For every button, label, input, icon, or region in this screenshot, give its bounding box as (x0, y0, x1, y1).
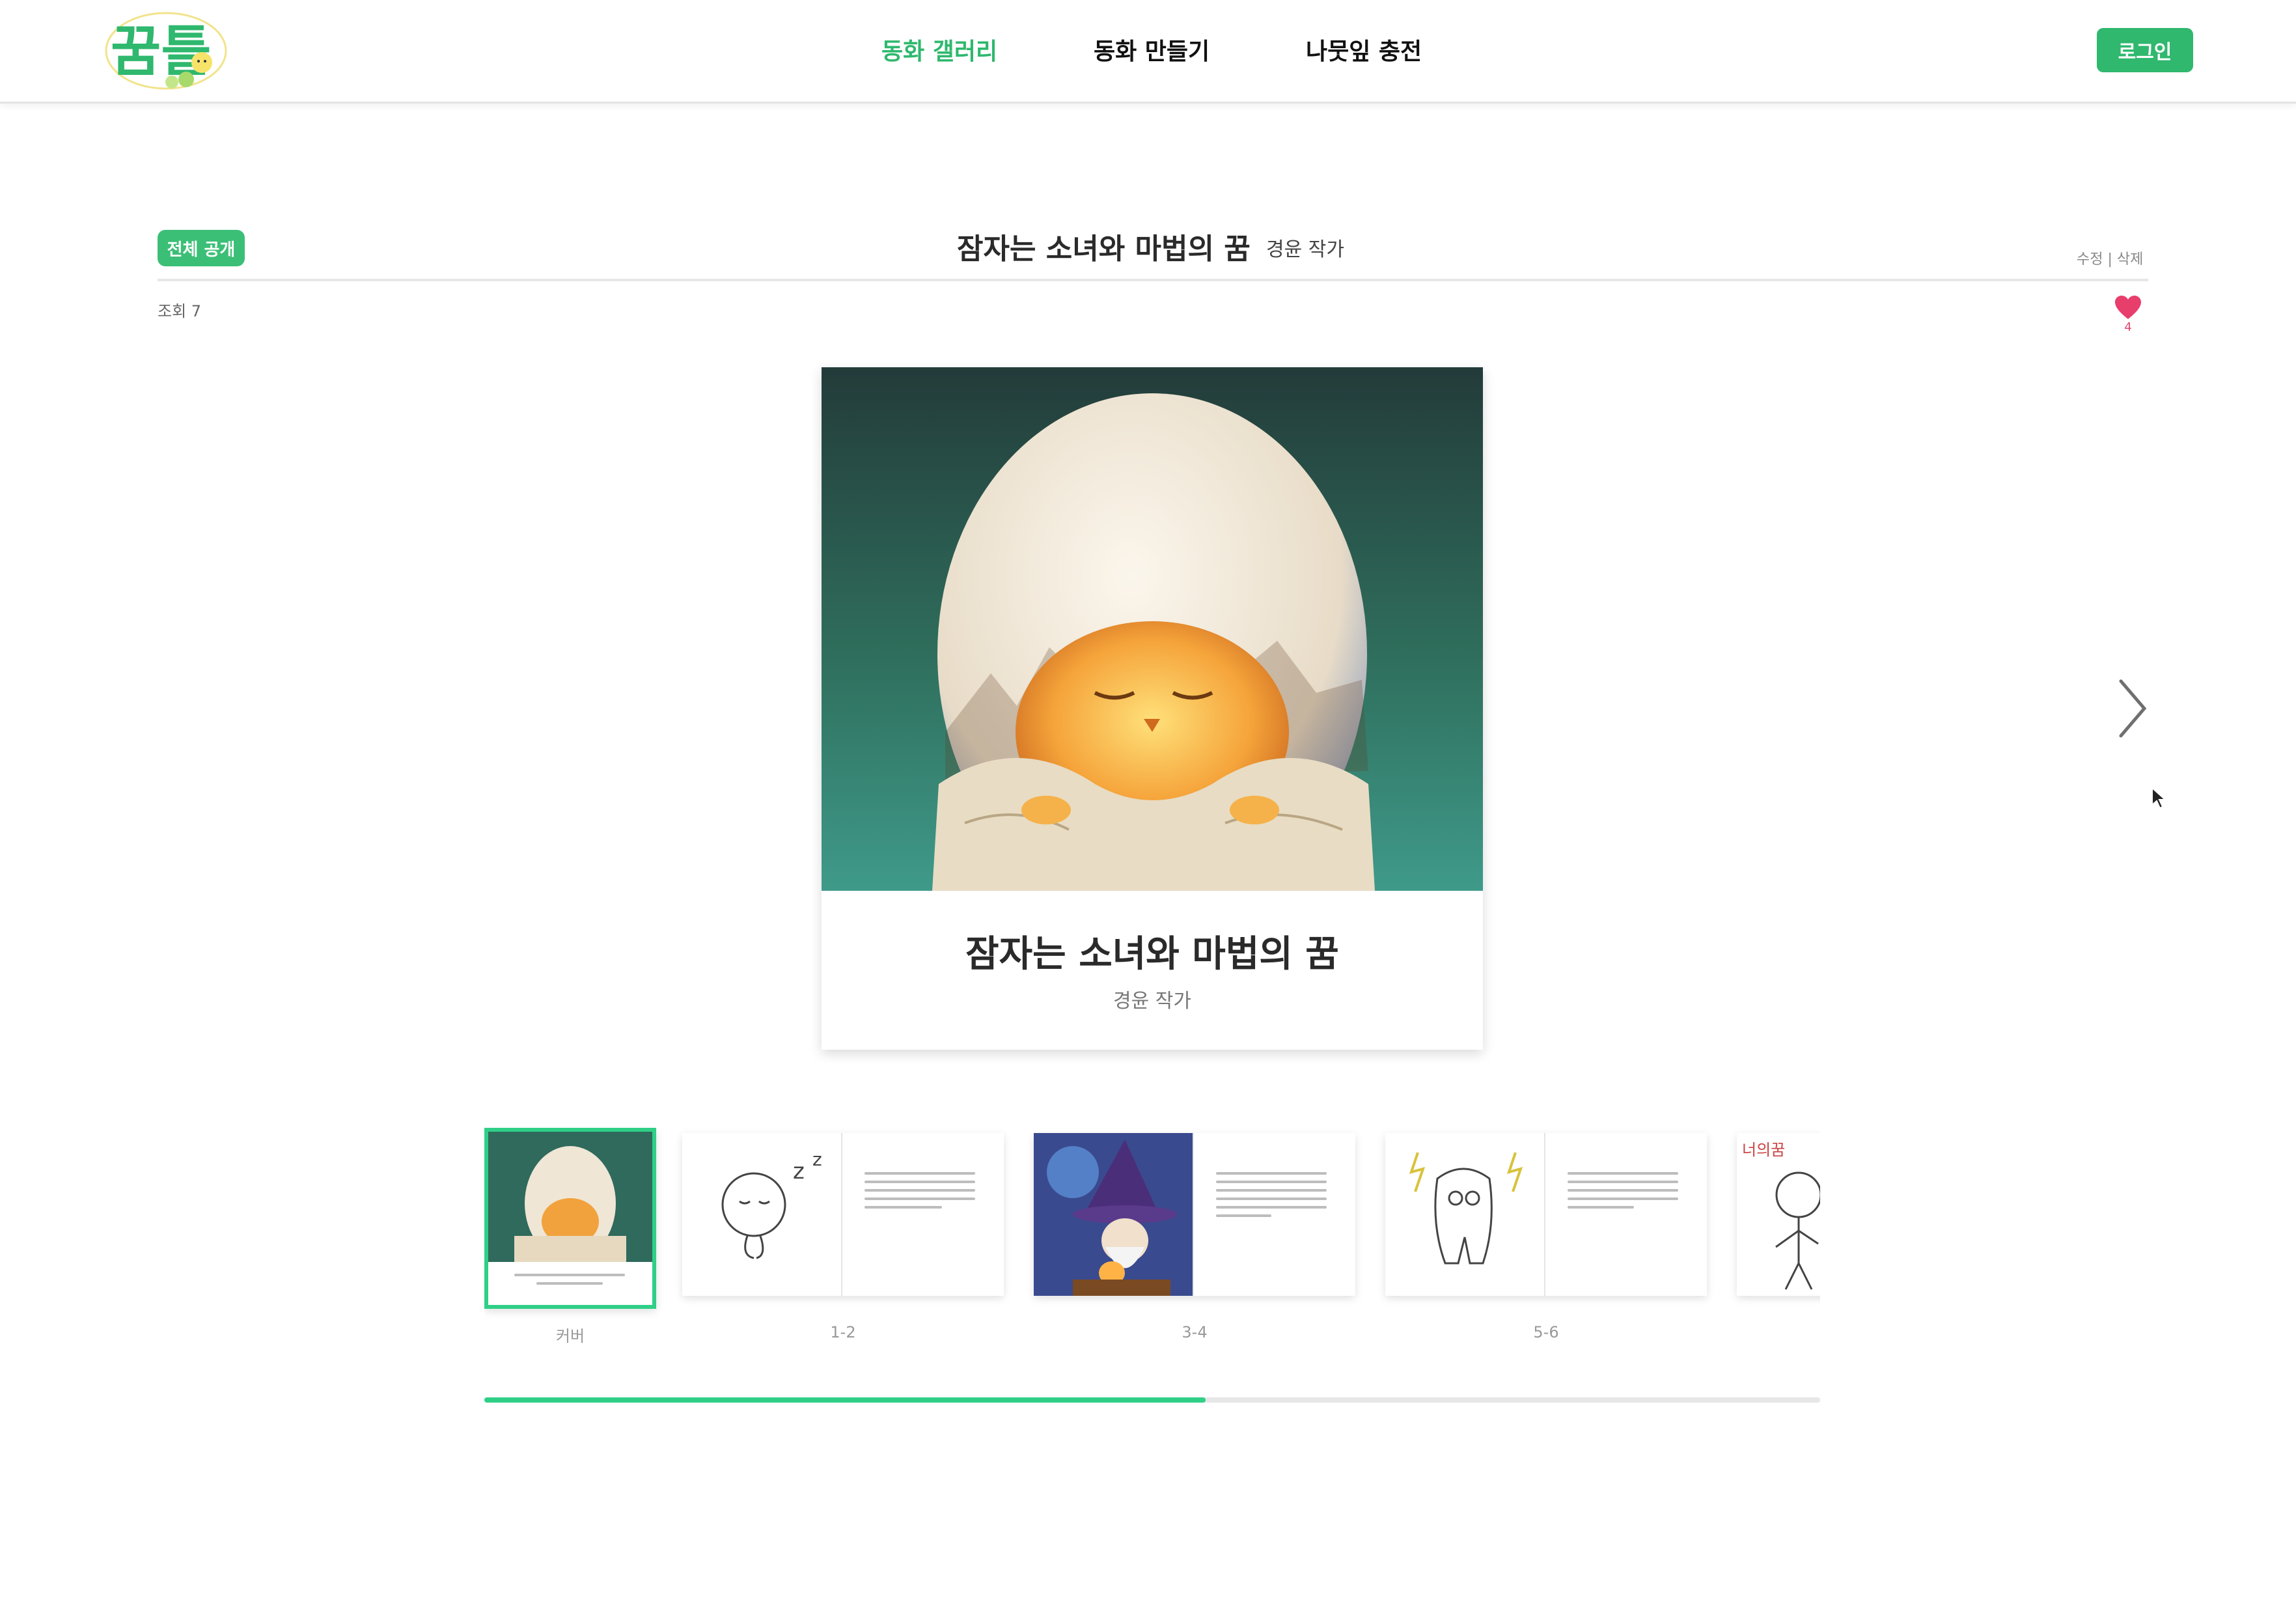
cover-illustration (822, 367, 1483, 891)
view-count: 조회 7 (158, 302, 202, 320)
thumbnail-label-3-4: 3-4 (1182, 1323, 1208, 1341)
sleeping-sketch-image: z z (721, 1149, 822, 1259)
login-button[interactable]: 로그인 (2097, 28, 2193, 72)
nav-create-story[interactable]: 동화 만들기 (1094, 33, 1210, 66)
app-logo[interactable]: 꿈틀 (104, 10, 228, 91)
wizard-image (1034, 1133, 1193, 1296)
heart-icon (2115, 296, 2141, 319)
svg-text:z: z (793, 1158, 805, 1184)
character-sketch-image: 너의꿈 (1742, 1141, 1820, 1290)
thumbnail-label-1-2: 1-2 (830, 1323, 856, 1341)
nav-gallery[interactable]: 동화 갤러리 (881, 33, 997, 66)
cover-thumbnail-image (488, 1132, 652, 1262)
svg-text:꿈틀: 꿈틀 (111, 20, 212, 83)
visibility-badge: 전체 공개 (158, 230, 245, 266)
svg-text:너의꿈: 너의꿈 (1742, 1141, 1785, 1159)
book-title: 잠자는 소녀와 마법의 꿈 (957, 232, 1251, 266)
nav-leaf-charge[interactable]: 나뭇잎 충전 (1306, 33, 1422, 66)
page-thumbnail-strip[interactable]: 커버 z z 1-2 3-4 5-6 너의꿈 (484, 1128, 1820, 1349)
cover-title: 잠자는 소녀와 마법의 꿈 (965, 933, 1339, 975)
top-navigation-bar: 꿈틀 동화 갤러리 동화 만들기 나뭇잎 충전 로그인 (0, 0, 2296, 104)
thumbnail-scroll-progress[interactable] (484, 1397, 1820, 1403)
cover-author: 경윤 작가 (1113, 990, 1191, 1013)
book-author: 경윤 작가 (1266, 238, 1344, 261)
chevron-right-icon[interactable] (2116, 677, 2148, 740)
edit-delete-links[interactable]: 수정 | 삭제 (2077, 247, 2143, 268)
thumbnail-label-5-6: 5-6 (1533, 1323, 1559, 1341)
svg-text:z: z (812, 1149, 822, 1170)
book-cover-card: 잠자는 소녀와 마법의 꿈 경윤 작가 (822, 367, 1483, 1050)
surprised-sketch-image (1409, 1152, 1523, 1265)
mouse-cursor-icon (2151, 787, 2166, 809)
thumbnail-label-cover: 커버 (555, 1327, 585, 1345)
like-count: 4 (2124, 320, 2132, 334)
progress-fill (484, 1397, 1206, 1403)
like-button[interactable]: 4 (2112, 294, 2144, 340)
title-divider (158, 279, 2148, 281)
